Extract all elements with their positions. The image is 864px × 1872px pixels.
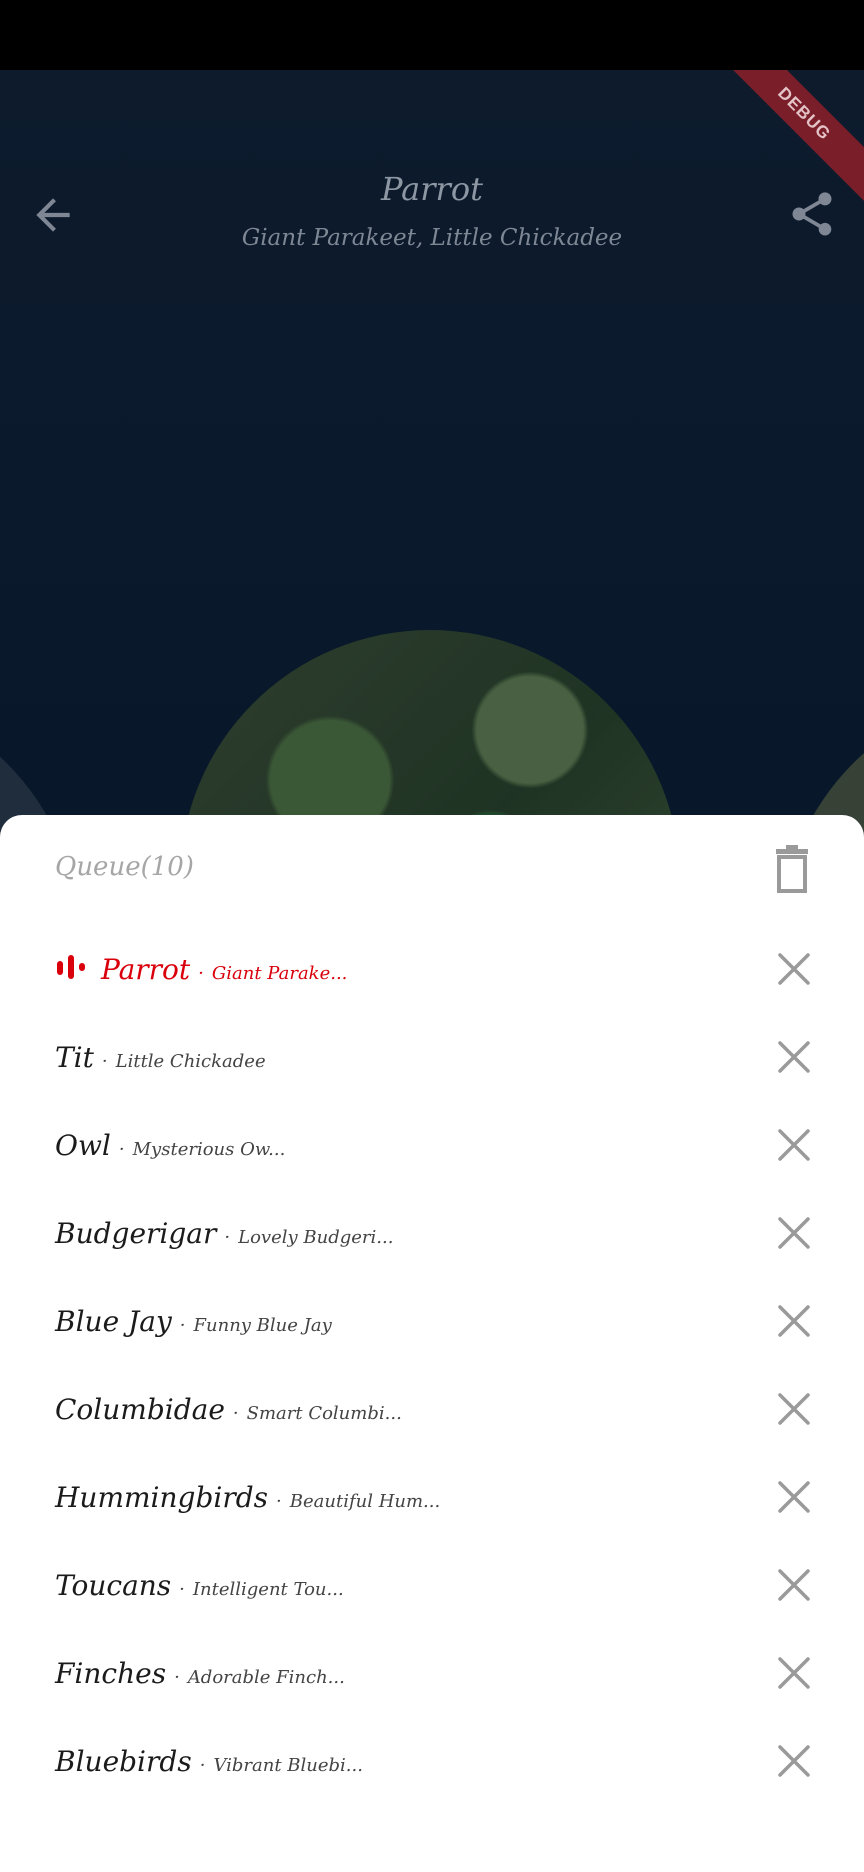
close-icon — [778, 1129, 810, 1161]
track-title: Parrot — [381, 170, 483, 208]
queue-item[interactable]: Parrot · Giant Parake... — [0, 925, 864, 1013]
close-icon — [778, 1481, 810, 1513]
queue-item-title: Tit — [55, 1040, 94, 1074]
queue-item-text: Owl · Mysterious Ow... — [55, 1129, 285, 1162]
queue-item-subtitle: Giant Parake... — [211, 962, 348, 984]
remove-item-button[interactable] — [776, 1391, 812, 1427]
remove-item-button[interactable] — [776, 1743, 812, 1779]
queue-item-separator: · — [232, 1402, 239, 1424]
track-subtitle: Giant Parakeet, Little Chickadee — [241, 225, 623, 251]
queue-item[interactable]: Tit · Little Chickadee — [0, 1013, 864, 1101]
remove-item-button[interactable] — [776, 1567, 812, 1603]
queue-item-subtitle: Beautiful Hum... — [289, 1490, 441, 1512]
now-playing-icon — [57, 954, 85, 979]
share-icon — [792, 192, 832, 236]
remove-item-button[interactable] — [776, 951, 812, 987]
queue-item-separator: · — [276, 1490, 282, 1512]
queue-item-separator: · — [179, 1578, 185, 1600]
queue-item-text: Finches · Adorable Finch... — [55, 1657, 345, 1690]
queue-item-title: Parrot — [101, 952, 191, 986]
queue-item-separator: · — [198, 962, 204, 984]
queue-item[interactable]: Finches · Adorable Finch... — [0, 1629, 864, 1717]
remove-item-button[interactable] — [776, 1127, 812, 1163]
remove-item-button[interactable] — [776, 1039, 812, 1075]
queue-item[interactable]: Bluebirds · Vibrant Bluebi... — [0, 1717, 864, 1805]
queue-item-title: Budgerigar — [55, 1216, 217, 1250]
queue-sheet: Queue(10) Parrot · Giant Parake... Tit · Litt… — [0, 815, 864, 1872]
queue-header: Queue(10) — [0, 815, 864, 925]
remove-item-button[interactable] — [776, 1215, 812, 1251]
queue-item-text: Columbidae · Smart Columbi... — [55, 1393, 402, 1426]
queue-list: Parrot · Giant Parake... Tit · Little Chickad… — [0, 925, 864, 1805]
queue-item-subtitle: Funny Blue Jay — [193, 1314, 332, 1336]
queue-item-separator: · — [101, 1050, 108, 1072]
queue-item-title: Bluebirds — [55, 1744, 192, 1778]
queue-item-separator: · — [174, 1666, 180, 1688]
queue-item-subtitle: Intelligent Tou... — [192, 1578, 344, 1600]
remove-item-button[interactable] — [776, 1303, 812, 1339]
queue-item-text: Blue Jay · Funny Blue Jay — [55, 1305, 332, 1338]
queue-item-text: Hummingbirds · Beautiful Hum... — [55, 1481, 440, 1514]
queue-item-subtitle: Little Chickadee — [115, 1050, 266, 1072]
queue-item[interactable]: Columbidae · Smart Columbi... — [0, 1365, 864, 1453]
queue-item-subtitle: Smart Columbi... — [246, 1402, 402, 1424]
queue-item-text: Budgerigar · Lovely Budgeri... — [55, 1217, 393, 1250]
queue-item-text: Toucans · Intelligent Tou... — [55, 1569, 344, 1602]
queue-item-separator: · — [118, 1138, 125, 1160]
close-icon — [778, 953, 810, 985]
queue-title: Queue(10) — [55, 852, 194, 882]
status-bar — [0, 0, 864, 70]
queue-item[interactable]: Owl · Mysterious Ow... — [0, 1101, 864, 1189]
queue-item-separator: · — [224, 1226, 231, 1248]
queue-item-subtitle: Lovely Budgeri... — [238, 1226, 394, 1248]
close-icon — [778, 1217, 810, 1249]
share-button[interactable] — [786, 188, 838, 240]
close-icon — [778, 1657, 810, 1689]
queue-item-text: Parrot · Giant Parake... — [55, 953, 347, 986]
queue-item-title: Hummingbirds — [55, 1480, 269, 1514]
close-icon — [778, 1041, 810, 1073]
clear-queue-button[interactable] — [770, 845, 814, 893]
queue-item-subtitle: Adorable Finch... — [187, 1666, 345, 1688]
queue-item[interactable]: Toucans · Intelligent Tou... — [0, 1541, 864, 1629]
remove-item-button[interactable] — [776, 1655, 812, 1691]
queue-item-subtitle: Mysterious Ow... — [132, 1138, 286, 1160]
queue-item-text: Bluebirds · Vibrant Bluebi... — [55, 1745, 363, 1778]
queue-item[interactable]: Budgerigar · Lovely Budgeri... — [0, 1189, 864, 1277]
close-icon — [778, 1745, 810, 1777]
queue-item-title: Finches — [55, 1656, 167, 1690]
close-icon — [778, 1569, 810, 1601]
close-icon — [778, 1393, 810, 1425]
queue-item-subtitle: Vibrant Bluebi... — [213, 1754, 363, 1776]
queue-item-title: Columbidae — [55, 1392, 225, 1426]
queue-item-title: Toucans — [55, 1568, 172, 1602]
queue-item-text: Tit · Little Chickadee — [55, 1041, 266, 1074]
queue-item-separator: · — [179, 1314, 186, 1336]
queue-item-title: Blue Jay — [55, 1304, 172, 1338]
trash-icon — [776, 845, 808, 893]
queue-item-separator: · — [199, 1754, 206, 1776]
remove-item-button[interactable] — [776, 1479, 812, 1515]
queue-item[interactable]: Hummingbirds · Beautiful Hum... — [0, 1453, 864, 1541]
close-icon — [778, 1305, 810, 1337]
queue-item-title: Owl — [55, 1128, 111, 1162]
queue-item[interactable]: Blue Jay · Funny Blue Jay — [0, 1277, 864, 1365]
